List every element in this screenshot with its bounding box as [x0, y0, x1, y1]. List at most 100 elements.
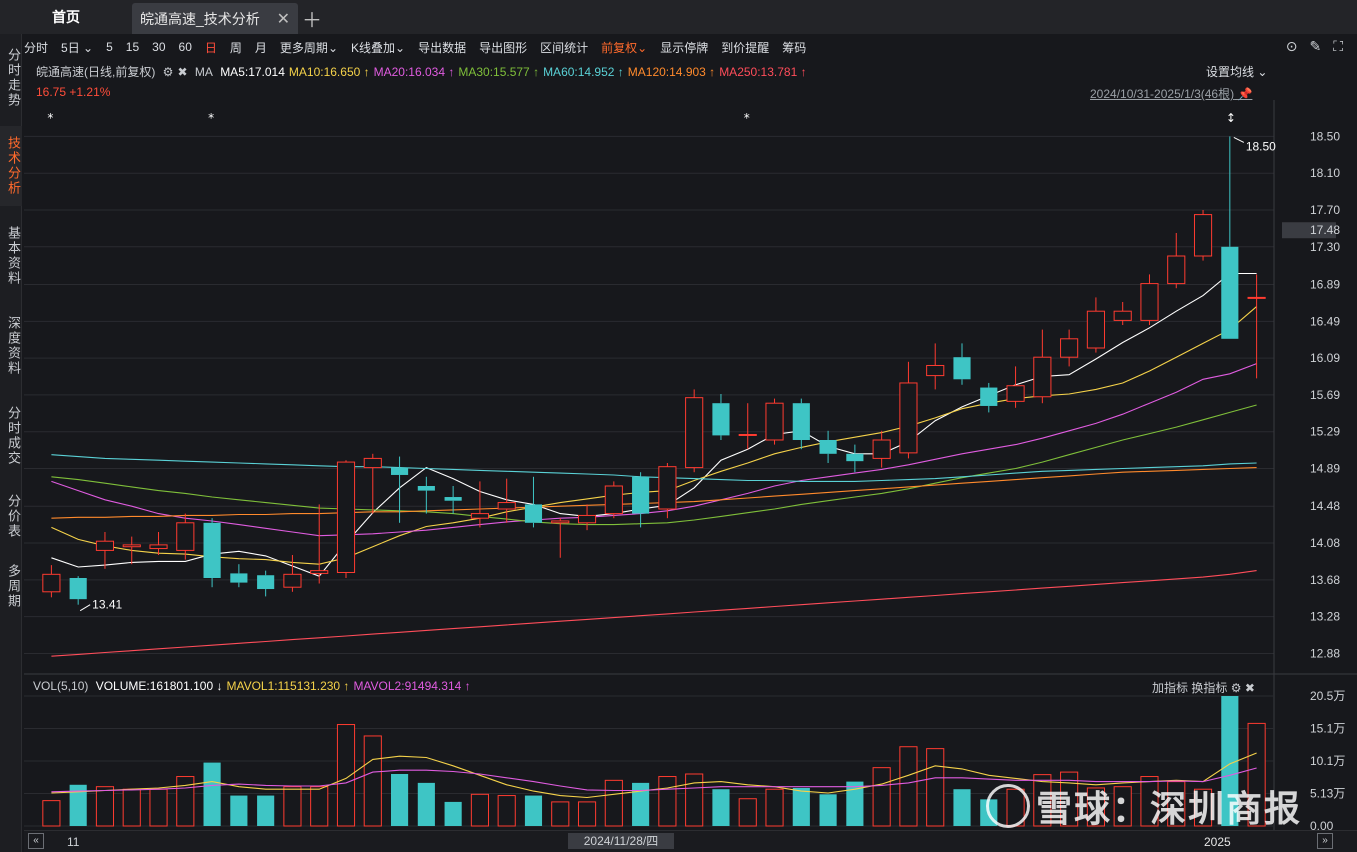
candle-body	[283, 573, 302, 588]
tab-home[interactable]: 首页	[0, 0, 132, 34]
ma-line-MA120	[51, 467, 1257, 519]
toolbar-day[interactable]: 日	[205, 39, 217, 56]
candle	[604, 481, 623, 519]
candle	[926, 343, 945, 390]
close-icon[interactable]: ✖	[1245, 681, 1255, 695]
last-price: 16.75	[36, 85, 67, 99]
current-price-tag-label: 17.48	[1310, 223, 1340, 237]
toolbar-price-alert[interactable]: 到价提醒	[721, 39, 769, 56]
brush-icon[interactable]: ✎	[1309, 38, 1321, 55]
candle-body	[1140, 283, 1159, 321]
candle	[336, 460, 356, 578]
change-percent: +1.21%	[69, 85, 111, 99]
candle	[953, 343, 971, 385]
low-annotation: 13.41	[92, 598, 122, 612]
toolbar-intraday[interactable]: 分时	[24, 39, 48, 56]
ma-legend-5: MA120:14.903 ↑	[627, 65, 716, 79]
toolbar-15min[interactable]: 15	[126, 40, 139, 54]
volume-bar	[712, 789, 730, 826]
toolbar-export-chart[interactable]: 导出图形	[479, 39, 527, 56]
toolbar-month[interactable]: 月	[255, 39, 267, 56]
sidebar-item-technical[interactable]: 技术分析	[0, 126, 22, 206]
candle	[1086, 297, 1105, 353]
time-axis-bar	[24, 830, 1357, 852]
scroll-left-button[interactable]: «	[28, 833, 44, 849]
toolbar-show-suspended[interactable]: 显示停牌	[660, 39, 708, 56]
volume-bar	[42, 800, 61, 827]
volume-bar	[122, 788, 141, 827]
candle-body	[632, 476, 650, 514]
sidebar-item-intraday[interactable]: 分时走势	[0, 38, 22, 118]
scroll-right-button[interactable]: »	[1317, 833, 1333, 849]
vol-label: VOL(5,10)	[33, 679, 89, 693]
volume-bar	[792, 787, 810, 826]
sidebar-item-depth-info[interactable]: 深度资料	[0, 306, 22, 386]
toolbar-5day[interactable]: 5日 ⌄	[61, 39, 93, 56]
event-marker: *	[208, 111, 214, 125]
toolbar-60min[interactable]: 60	[179, 40, 192, 54]
volume-bar	[390, 774, 409, 826]
volume-bar	[149, 788, 168, 827]
close-icon[interactable]: ✖	[177, 65, 187, 79]
sidebar-item-trades[interactable]: 分时成交	[0, 396, 22, 476]
toolbar-export-data[interactable]: 导出数据	[418, 39, 466, 56]
volume-bar	[310, 786, 329, 827]
toolbar-5min[interactable]: 5	[106, 40, 113, 54]
candle-body	[176, 522, 195, 551]
toolbar-more-periods[interactable]: 更多周期⌄	[280, 39, 338, 56]
ma-legend-4: MA60:14.952 ↑	[543, 65, 624, 79]
candle	[899, 361, 918, 459]
toolbar-chips[interactable]: 筹码	[782, 39, 806, 56]
volume-bar	[524, 795, 543, 826]
candle-body	[1247, 296, 1266, 299]
volume-bar	[444, 801, 462, 826]
candle	[1060, 329, 1079, 367]
toolbar-30min[interactable]: 30	[152, 40, 165, 54]
new-tab-icon[interactable]: ＋	[302, 4, 322, 33]
toolbar-week[interactable]: 周	[230, 39, 242, 56]
indicator-tools: 加指标 换指标 ⚙ ✖	[1152, 679, 1255, 696]
pin-icon[interactable]: 📌	[1237, 87, 1252, 101]
fullscreen-icon[interactable]: ⛶	[1333, 38, 1343, 55]
sidebar-item-price-table[interactable]: 分价表	[0, 486, 22, 546]
gear-icon[interactable]: ⚙	[163, 65, 174, 79]
candle-body	[230, 573, 248, 583]
close-icon[interactable]: ✕	[277, 9, 290, 29]
volume-bar	[203, 762, 221, 826]
tab-technical-analysis[interactable]: 皖通高速_技术分析 ✕	[132, 3, 298, 34]
toolbar-forward-adjust[interactable]: 前复权⌄	[601, 39, 647, 56]
ma-settings-button[interactable]: 设置均线 ⌄	[1206, 63, 1267, 80]
switch-indicator-button[interactable]: 换指标	[1191, 681, 1227, 695]
event-marker: ↕	[1226, 111, 1236, 125]
volume-bar	[953, 789, 971, 826]
toolbar-kline-overlay[interactable]: K线叠加⌄	[351, 39, 405, 56]
candle-body	[310, 570, 329, 574]
price-tick-label: 12.88	[1310, 646, 1340, 660]
candles	[42, 136, 1266, 605]
candle-body	[1193, 214, 1213, 257]
candle-body	[551, 520, 570, 524]
volume-bar	[738, 798, 757, 827]
candle-body	[524, 504, 543, 523]
candle	[819, 430, 837, 463]
volume-bar	[283, 786, 302, 827]
price-tick-label: 16.09	[1310, 351, 1340, 365]
sidebar-item-basic-info[interactable]: 基本资料	[0, 216, 22, 296]
toolbar-range-stats[interactable]: 区间统计	[540, 39, 588, 56]
high-annotation: 18.50	[1246, 139, 1276, 153]
volume-bar	[632, 782, 650, 826]
ma-values: MA5:17.014 MA10:16.650 ↑ MA20:16.034 ↑ MA30…	[220, 65, 810, 79]
ma-label: MA	[194, 65, 213, 79]
price-tick-label: 14.48	[1310, 499, 1340, 513]
sidebar-item-multi-period[interactable]: 多周期	[0, 556, 22, 616]
volume-bar	[819, 794, 837, 826]
add-indicator-button[interactable]: 加指标	[1152, 681, 1188, 695]
x-label-right: 2025	[1204, 835, 1231, 849]
gear-icon[interactable]: ⚙	[1231, 681, 1242, 695]
price-tick-label: 14.89	[1310, 462, 1340, 476]
price-tick-label: 16.49	[1310, 314, 1340, 328]
chart-canvas[interactable]: 18.50 18.10 17.70 17.30 16.89 16.49 16.09 15.69…	[24, 100, 1357, 830]
candle-body	[604, 485, 623, 515]
volume-bar	[336, 724, 356, 827]
collapse-circle-icon[interactable]: ⊙	[1286, 38, 1298, 55]
